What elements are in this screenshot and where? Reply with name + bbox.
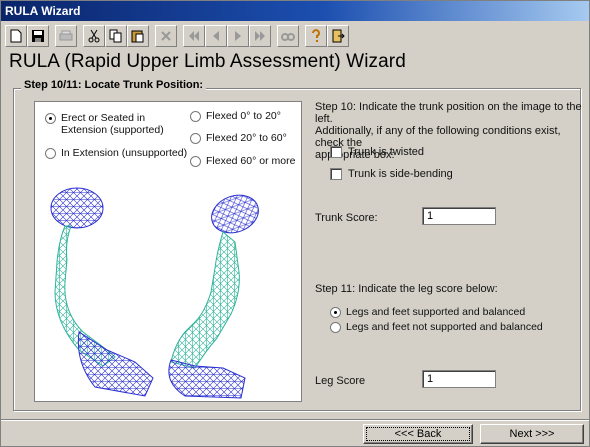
next-icon[interactable] [227, 25, 249, 47]
trunk-option-flexed-20-60-label: Flexed 20° to 60° [206, 132, 287, 144]
title-bar: RULA Wizard [1, 1, 589, 21]
trunk-figures-image[interactable] [35, 182, 301, 402]
radio-leg-not-supported[interactable] [330, 322, 341, 333]
trunk-image-panel[interactable]: Erect or Seated in Extension (supported)… [34, 101, 302, 402]
trunk-option-flexed-0-20[interactable]: Flexed 0° to 20° [190, 110, 281, 122]
cut-icon[interactable] [83, 25, 105, 47]
prev-icon[interactable] [205, 25, 227, 47]
trunk-option-flexed-60-plus[interactable]: Flexed 60° or more [190, 155, 295, 167]
radio-leg-supported[interactable] [330, 307, 341, 318]
new-icon[interactable] [5, 25, 27, 47]
paste-icon[interactable] [127, 25, 149, 47]
twisted-checkbox-label: Trunk is twisted [348, 146, 425, 158]
figure-left [50, 187, 154, 397]
leg-score-label: Leg Score [315, 375, 366, 387]
save-icon[interactable] [27, 25, 49, 47]
radio-flexed-60-plus[interactable] [190, 156, 201, 167]
first-icon[interactable] [183, 25, 205, 47]
sidebending-checkbox-label: Trunk is side-bending [348, 168, 453, 180]
trunk-option-flexed-60-plus-label: Flexed 60° or more [206, 155, 296, 167]
leg-option-supported[interactable]: Legs and feet supported and balanced [330, 306, 525, 318]
help-icon[interactable] [305, 25, 327, 47]
copy-icon[interactable] [105, 25, 127, 47]
rula-wizard-window: RULA Wizard RULA (Rapid Upper Limb Asses… [0, 0, 590, 447]
trunk-option-flexed-20-60[interactable]: Flexed 20° to 60° [190, 132, 287, 144]
delete-icon[interactable] [155, 25, 177, 47]
last-icon[interactable] [249, 25, 271, 47]
twisted-checkbox-row[interactable]: Trunk is twisted [330, 146, 424, 158]
footer-divider [1, 419, 589, 421]
trunk-option-extension[interactable]: In Extension (unsupported) [45, 147, 187, 159]
leg-option-not-supported[interactable]: Legs and feet not supported and balanced [330, 321, 543, 333]
back-button[interactable]: <<< Back [363, 424, 473, 444]
trunk-score-label: Trunk Score: [315, 212, 378, 224]
trunk-score-field[interactable]: 1 [422, 207, 496, 225]
leg-option-supported-label: Legs and feet supported and balanced [346, 306, 526, 318]
exit-icon[interactable] [327, 25, 349, 47]
page-heading: RULA (Rapid Upper Limb Assessment) Wizar… [9, 51, 406, 72]
radio-flexed-0-20[interactable] [190, 111, 201, 122]
radio-extension[interactable] [45, 148, 56, 159]
figure-right [168, 194, 259, 399]
sidebending-checkbox[interactable] [330, 168, 342, 180]
radio-erect[interactable] [45, 113, 56, 124]
leg-score-field[interactable]: 1 [422, 370, 496, 388]
window-title: RULA Wizard [5, 4, 81, 18]
find-icon[interactable] [277, 25, 299, 47]
print-icon[interactable] [55, 25, 77, 47]
trunk-option-erect-label: Erect or Seated in Extension (supported) [61, 112, 164, 136]
trunk-option-extension-label: In Extension (unsupported) [61, 147, 188, 159]
radio-flexed-20-60[interactable] [190, 133, 201, 144]
next-button[interactable]: Next >>> [480, 424, 584, 444]
step-group-title: Step 10/11: Locate Trunk Position: [21, 79, 207, 91]
step11-instructions: Step 11: Indicate the leg score below: [315, 283, 498, 295]
toolbar [5, 23, 585, 49]
trunk-option-erect[interactable]: Erect or Seated in Extension (supported) [45, 112, 164, 136]
leg-option-not-supported-label: Legs and feet not supported and balanced [346, 321, 543, 333]
trunk-option-flexed-0-20-label: Flexed 0° to 20° [206, 110, 281, 122]
sidebending-checkbox-row[interactable]: Trunk is side-bending [330, 168, 453, 180]
twisted-checkbox[interactable] [330, 146, 342, 158]
